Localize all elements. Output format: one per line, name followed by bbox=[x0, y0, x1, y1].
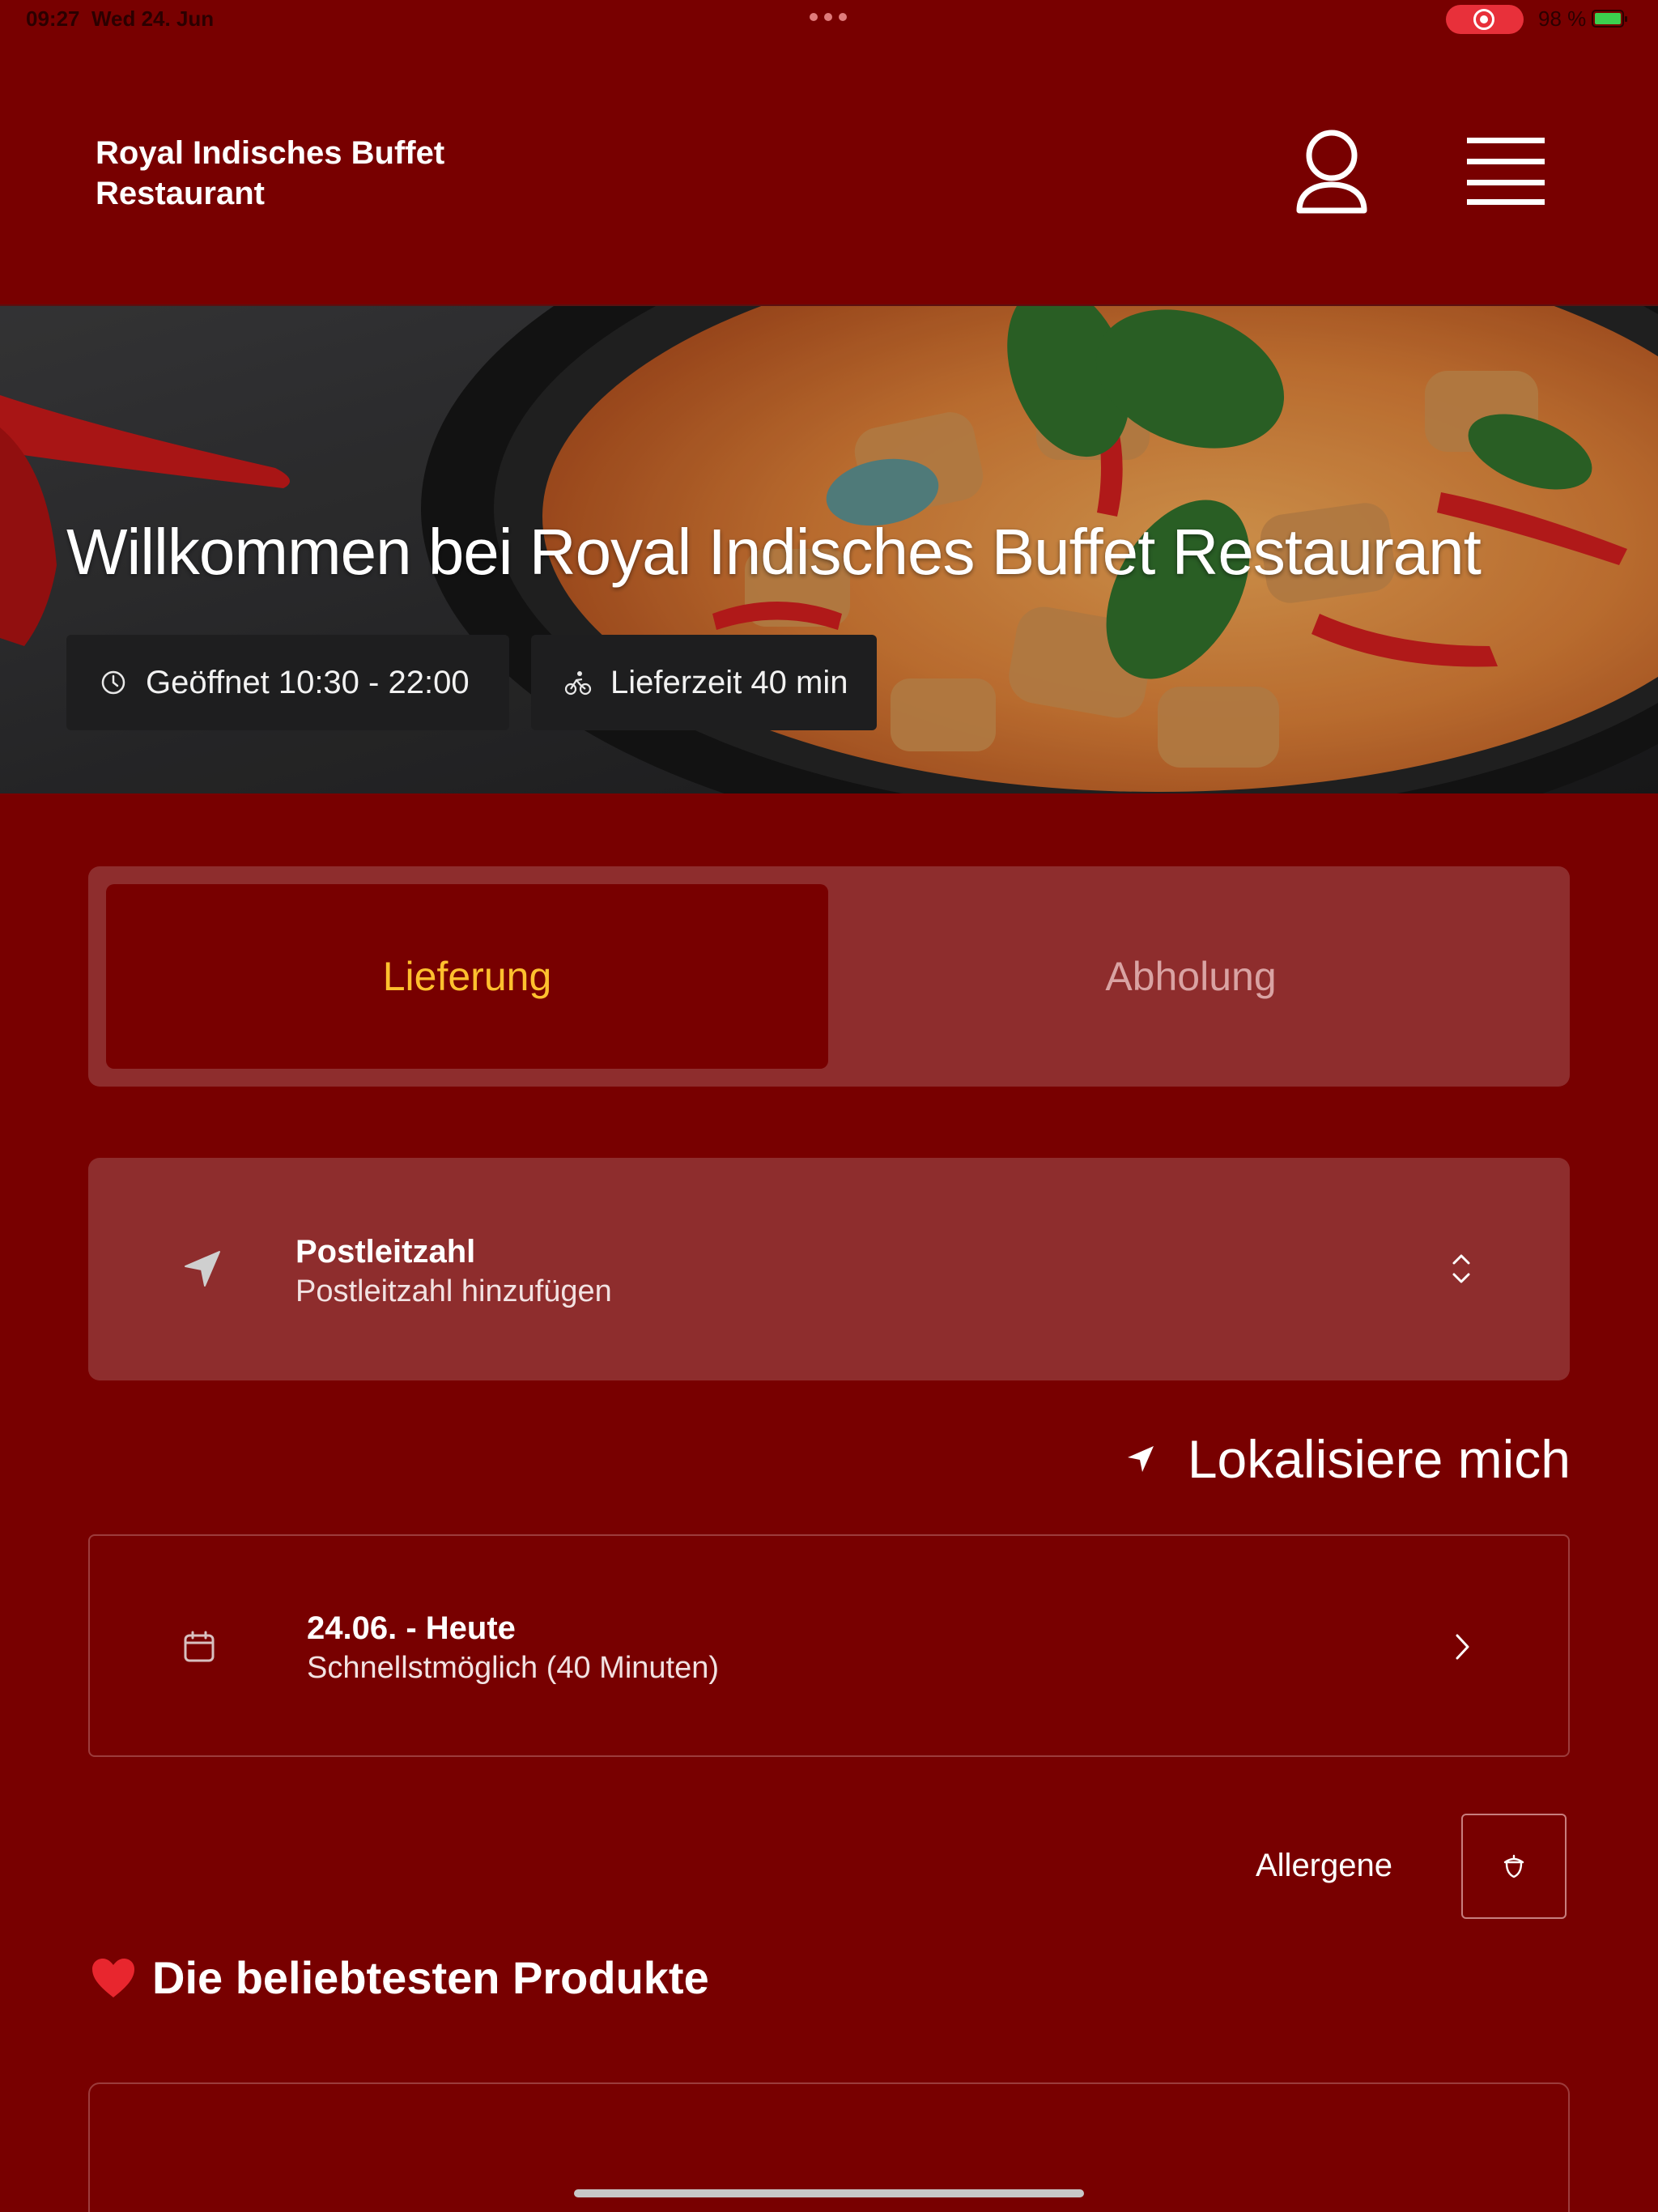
allergens-label: Allergene bbox=[1255, 1848, 1392, 1883]
locate-me-label: Lokalisiere mich bbox=[1187, 1429, 1571, 1489]
status-bar: 09:27 Wed 24. Jun 98 % bbox=[0, 0, 1658, 37]
location-arrow-icon bbox=[185, 1251, 220, 1287]
welcome-heading: Willkommen bei Royal Indisches Buffet Re… bbox=[66, 516, 1482, 588]
navigation-arrow-icon bbox=[1127, 1446, 1154, 1472]
hamburger-menu-icon bbox=[1467, 138, 1545, 205]
restaurant-page: 09:27 Wed 24. Jun 98 % Royal Indisches B… bbox=[0, 0, 1658, 2212]
heart-icon bbox=[92, 1958, 134, 1997]
postcode-selector[interactable]: Postleitzahl Postleitzahl hinzufügen bbox=[88, 1158, 1570, 1380]
bike-icon bbox=[563, 668, 593, 697]
chevron-right-icon bbox=[1456, 1634, 1469, 1660]
status-time: 09:27 Wed 24. Jun bbox=[26, 6, 214, 32]
opening-hours-text: Geöffnet 10:30 - 22:00 bbox=[146, 664, 470, 700]
battery-percent: 98 % bbox=[1538, 6, 1587, 31]
delivery-option[interactable]: Lieferung bbox=[106, 884, 828, 1069]
delivery-date: 24.06. - Heute bbox=[307, 1610, 516, 1646]
delivery-eta: Schnellstmöglich (40 Minuten) bbox=[307, 1651, 720, 1685]
allergens-button[interactable] bbox=[1461, 1814, 1567, 1919]
order-mode-toggle: Lieferung Abholung bbox=[88, 866, 1570, 1087]
delivery-time-chip: Lieferzeit 40 min bbox=[531, 635, 877, 730]
clock-icon bbox=[99, 668, 128, 697]
home-indicator[interactable] bbox=[574, 2189, 1084, 2197]
user-icon bbox=[1296, 130, 1367, 214]
popular-products-title: Die beliebtesten Produkte bbox=[152, 1952, 709, 2003]
battery-icon bbox=[1592, 10, 1627, 28]
screen-recording-icon bbox=[1446, 5, 1524, 34]
app-header: Royal Indisches Buffet Restaurant bbox=[0, 37, 1658, 304]
pickup-option[interactable]: Abholung bbox=[830, 884, 1552, 1069]
delivery-time-selector[interactable]: 24.06. - Heute Schnellstmöglich (40 Minu… bbox=[88, 1534, 1570, 1757]
menu-button[interactable] bbox=[1465, 134, 1546, 207]
hero-banner: Willkommen bei Royal Indisches Buffet Re… bbox=[0, 304, 1658, 793]
postcode-title: Postleitzahl bbox=[295, 1234, 476, 1270]
opening-hours-chip: Geöffnet 10:30 - 22:00 bbox=[66, 635, 509, 730]
popular-products-heading: Die beliebtesten Produkte bbox=[91, 1951, 709, 2004]
chevron-up-down-icon bbox=[1452, 1254, 1470, 1283]
locate-me-button[interactable]: Lokalisiere mich bbox=[1107, 1427, 1571, 1491]
restaurant-name[interactable]: Royal Indisches Buffet Restaurant bbox=[96, 133, 517, 214]
status-date: Wed 24. Jun bbox=[91, 6, 215, 31]
calendar-icon bbox=[184, 1631, 215, 1662]
account-button[interactable] bbox=[1291, 123, 1372, 220]
postcode-placeholder: Postleitzahl hinzufügen bbox=[295, 1274, 612, 1308]
status-clock: 09:27 bbox=[26, 6, 80, 31]
multitasking-dots-icon[interactable] bbox=[810, 13, 847, 21]
acorn-icon bbox=[1503, 1854, 1524, 1878]
delivery-time-text: Lieferzeit 40 min bbox=[610, 664, 848, 700]
